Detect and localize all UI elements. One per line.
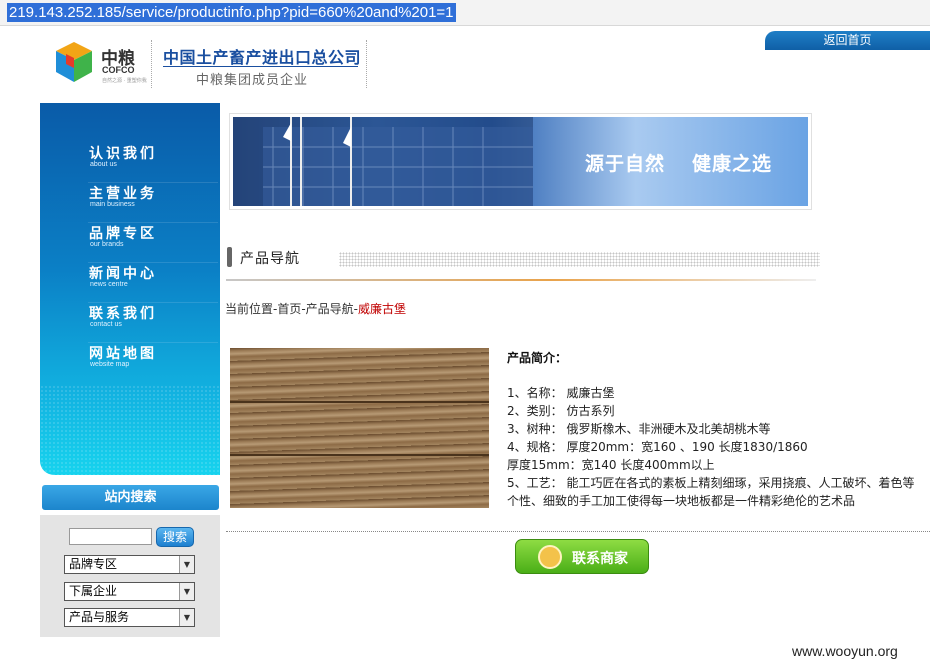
nav-item-sublabel: our brands <box>90 241 124 248</box>
company-underline <box>163 66 358 67</box>
section-dots <box>339 252 820 267</box>
product-image <box>230 348 489 508</box>
section-title: 产品导航 <box>240 251 300 267</box>
search-panel: 搜索 品牌专区 ▼ 下属企业 ▼ 产品与服务 ▼ <box>40 515 220 637</box>
nav-item-sublabel: news centre <box>90 281 128 288</box>
chevron-down-icon[interactable]: ▼ <box>179 556 194 573</box>
cofco-logo-icon <box>56 42 92 82</box>
search-button[interactable]: 搜索 <box>156 527 194 547</box>
address-bar[interactable]: 219.143.252.185/service/productinfo.php?… <box>0 0 930 26</box>
banner-frame: 源于自然 健康之选 <box>229 113 812 210</box>
nav-item-sublabel: contact us <box>90 321 122 328</box>
breadcrumb-path[interactable]: 当前位置-首页-产品导航- <box>225 302 358 316</box>
plank-joint <box>230 454 489 456</box>
banner-slogan-2: 健康之选 <box>692 153 773 175</box>
cofco-slogan: 自然之源 · 重塑你我 <box>102 78 147 84</box>
product-detail-line: 5、工艺： 能工巧匠在各式的素板上精刻细琢，采用挠痕、人工破坏、着色等 <box>507 476 915 490</box>
product-detail-line: 2、类别： 仿古系列 <box>507 404 615 418</box>
select-value: 品牌专区 <box>69 557 118 571</box>
search-title: 站内搜索 <box>42 485 219 510</box>
address-url[interactable]: 219.143.252.185/service/productinfo.php?… <box>7 3 456 22</box>
product-detail-line: 厚度15mm：宽140 长度400mm以上 <box>507 458 715 472</box>
home-link[interactable]: 返回首页 <box>765 31 930 50</box>
banner-image: 源于自然 健康之选 <box>233 117 808 206</box>
nav-item-brands[interactable]: 品牌专区 our brands <box>88 223 218 263</box>
watermark: www.wooyun.org <box>792 643 898 659</box>
nav-item-news[interactable]: 新闻中心 news centre <box>88 263 218 303</box>
content-divider <box>226 531 930 532</box>
nav-item-about[interactable]: 认识我们 about us <box>88 143 218 183</box>
nav-item-sublabel: main business <box>90 201 135 208</box>
nav-decoration <box>40 385 220 475</box>
header-separator-right <box>366 40 367 88</box>
nav-item-sublabel: about us <box>90 161 117 168</box>
nav-item-sitemap[interactable]: 网站地图 website map <box>88 343 218 383</box>
nav-item-business[interactable]: 主营业务 main business <box>88 183 218 223</box>
select-products[interactable]: 产品与服务 ▼ <box>64 608 195 627</box>
section-marker <box>227 247 232 267</box>
select-value: 下属企业 <box>69 584 118 598</box>
company-name: 中国土产畜产进出口总公司 <box>163 48 362 67</box>
company-subtitle: 中粮集团成员企业 <box>196 73 309 88</box>
banner-slogan-1: 源于自然 <box>585 153 666 175</box>
select-subsidiaries[interactable]: 下属企业 ▼ <box>64 582 195 601</box>
chevron-down-icon[interactable]: ▼ <box>179 609 194 626</box>
nav-item-label: 网站地图 <box>89 346 157 362</box>
breadcrumb: 当前位置-首页-产品导航-威廉古堡 <box>225 300 406 317</box>
chevron-down-icon[interactable]: ▼ <box>179 583 194 600</box>
plank-joint <box>230 401 489 403</box>
select-value: 产品与服务 <box>69 610 130 624</box>
select-brands[interactable]: 品牌专区 ▼ <box>64 555 195 574</box>
nav-item-contact[interactable]: 联系我们 contact us <box>88 303 218 343</box>
search-input[interactable] <box>69 528 152 545</box>
product-detail-line: 个性、细致的手工加工使得每一块地板都是一件精彩绝伦的艺术品 <box>507 494 856 508</box>
section-underline <box>226 279 816 281</box>
contact-merchant-button[interactable]: 联系商家 <box>515 539 649 574</box>
nav-item-label: 品牌专区 <box>89 226 157 242</box>
left-nav: 认识我们 about us 主营业务 main business 品牌专区 ou… <box>40 103 220 475</box>
nav-item-label: 主营业务 <box>89 186 157 202</box>
contact-merchant-label: 联系商家 <box>572 551 628 567</box>
cofco-en: COFCO <box>102 65 135 75</box>
nav-item-label: 联系我们 <box>89 306 157 322</box>
nav-item-label: 认识我们 <box>89 146 157 162</box>
nav-item-label: 新闻中心 <box>89 266 157 282</box>
product-detail-line: 1、名称： 威廉古堡 <box>507 386 615 400</box>
product-detail-line: 3、树种： 俄罗斯橡木、非洲硬木及北美胡桃木等 <box>507 422 771 436</box>
product-intro-title: 产品简介： <box>507 351 568 365</box>
nav-item-sublabel: website map <box>90 361 130 368</box>
product-detail-line: 4、规格： 厚度20mm：宽160 、190 长度1830/1860 <box>507 440 808 454</box>
header-separator <box>151 40 152 88</box>
breadcrumb-current: 威廉古堡 <box>358 302 407 316</box>
phone-icon <box>538 545 562 569</box>
